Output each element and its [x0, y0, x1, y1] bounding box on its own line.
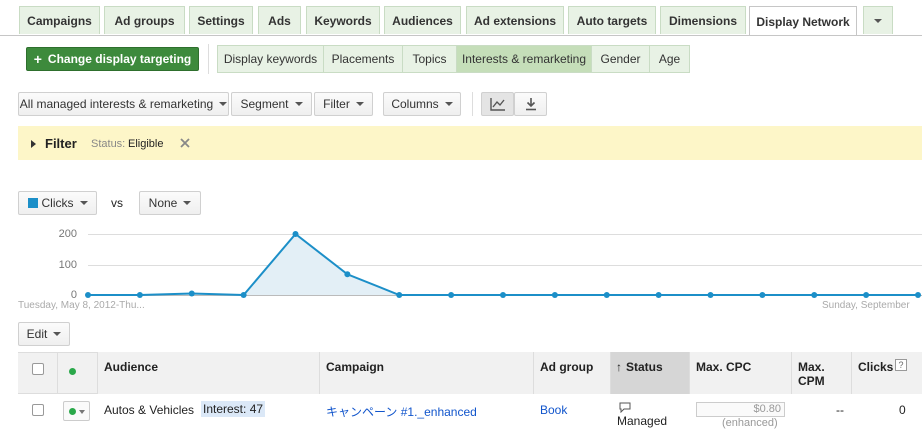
- header-label: Audience: [104, 360, 159, 374]
- data-point[interactable]: [188, 290, 195, 297]
- data-point[interactable]: [915, 292, 921, 298]
- column-header-max-cpm[interactable]: Max. CPM: [791, 352, 851, 394]
- edit-dropdown[interactable]: Edit: [18, 322, 70, 346]
- column-header-clicks[interactable]: Clicks ?: [851, 352, 922, 394]
- max-cpm-value: --: [836, 403, 844, 417]
- ad-group-link[interactable]: Book: [540, 403, 567, 417]
- column-header-status[interactable]: ↑ Status: [610, 352, 689, 394]
- x-end-label: Sunday, September: [822, 300, 910, 311]
- column-header-max-cpc[interactable]: Max. CPC: [689, 352, 791, 394]
- header-label: Clicks: [858, 360, 894, 374]
- column-divider: [57, 352, 58, 394]
- comment-icon[interactable]: [619, 402, 631, 413]
- data-point[interactable]: [136, 292, 143, 298]
- header-label: Campaign: [326, 360, 385, 374]
- status-text: Managed: [617, 414, 668, 428]
- max-cpc-field[interactable]: $0.80: [696, 402, 785, 417]
- series-line-clicks: [88, 232, 918, 297]
- header-label: Max. CPC: [696, 360, 752, 374]
- sort-arrow-up-icon: ↑: [616, 360, 622, 374]
- header-label: Ad group: [540, 360, 594, 374]
- row-checkbox[interactable]: [32, 404, 44, 416]
- clicks-value: 0: [899, 403, 906, 417]
- max-cpc-note: (enhanced): [722, 417, 778, 429]
- data-point[interactable]: [551, 292, 558, 298]
- data-point[interactable]: [448, 292, 455, 298]
- header-label: Status: [626, 360, 663, 374]
- select-all-checkbox[interactable]: [32, 363, 44, 375]
- enabled-dot-icon: [69, 408, 76, 415]
- campaign-link[interactable]: キャンペーン #1._enhanced: [326, 403, 477, 420]
- interest-badge: Interest: 47: [201, 401, 266, 417]
- series-area: [88, 234, 918, 295]
- x-start-label: Tuesday, May 8, 2012-Thu...: [18, 300, 145, 311]
- data-point[interactable]: [85, 292, 91, 298]
- chevron-down-icon: [53, 332, 62, 336]
- data-point[interactable]: [655, 292, 662, 298]
- status-toggle-dropdown[interactable]: [63, 401, 90, 421]
- data-point[interactable]: [292, 231, 299, 237]
- data-point[interactable]: [500, 292, 506, 298]
- column-header-ad-group[interactable]: Ad group: [533, 352, 610, 394]
- status-dot-icon: [69, 368, 76, 375]
- column-header-campaign[interactable]: Campaign: [319, 352, 533, 394]
- data-point[interactable]: [759, 292, 766, 298]
- data-point[interactable]: [396, 292, 403, 298]
- header-label: Max. CPM: [798, 360, 825, 388]
- data-point[interactable]: [344, 271, 351, 278]
- column-header-audience[interactable]: Audience: [97, 352, 319, 394]
- data-point[interactable]: [603, 292, 610, 298]
- data-point[interactable]: [707, 292, 714, 298]
- help-icon[interactable]: ?: [895, 359, 907, 371]
- data-point[interactable]: [811, 292, 818, 298]
- chevron-down-icon: [79, 410, 85, 414]
- dropdown-label: Edit: [26, 327, 48, 341]
- data-point[interactable]: [240, 292, 247, 298]
- data-point[interactable]: [863, 292, 870, 298]
- audience-name: Autos & Vehicles: [104, 403, 195, 417]
